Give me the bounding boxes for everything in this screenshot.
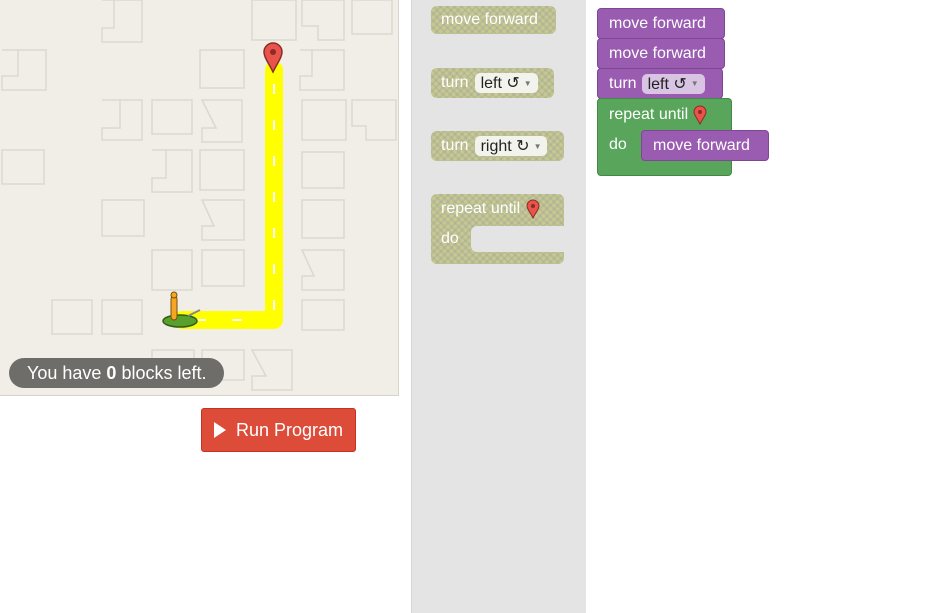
do-label: do <box>609 136 627 153</box>
toolbox-move-forward-block[interactable]: move forward <box>431 6 556 34</box>
maze-view: You have 0 blocks left. <box>0 0 399 396</box>
workspace: move forward move forward turn left ↺ ▼ r… <box>586 0 939 613</box>
toolbox-repeat-until-block[interactable]: repeat until do <box>431 194 564 264</box>
workspace-move-forward-block[interactable]: move forward <box>597 38 725 69</box>
chevron-down-icon: ▼ <box>533 141 542 151</box>
workspace-move-forward-block[interactable]: move forward <box>597 8 725 39</box>
blocks-remaining-badge: You have 0 blocks left. <box>9 358 225 388</box>
block-label: turn <box>609 74 637 92</box>
run-program-label: Run Program <box>235 419 344 440</box>
pegman-icon <box>162 291 201 328</box>
toolbox-turn-right-block[interactable]: turn right ↻ ▼ <box>431 131 564 161</box>
direction-dropdown[interactable]: right ↻ ▼ <box>474 136 548 156</box>
maze-scenery <box>1 0 397 391</box>
do-label: do <box>441 230 459 247</box>
map-pin-icon <box>526 199 540 219</box>
dropdown-value: left ↺ <box>647 75 687 93</box>
dropdown-value: left ↺ <box>480 75 520 92</box>
toolbox-turn-left-block[interactable]: turn left ↺ ▼ <box>431 68 554 98</box>
toolbox: move forward turn left ↺ ▼ turn right ↻ ▼ … <box>411 0 587 613</box>
block-label: move forward <box>609 44 706 62</box>
chevron-down-icon: ▼ <box>523 78 532 88</box>
block-label: turn <box>441 137 469 154</box>
run-program-button[interactable]: Run Program <box>201 408 356 452</box>
block-label: repeat until <box>609 105 689 123</box>
dropdown-value: right ↻ <box>480 138 530 155</box>
workspace-turn-left-block[interactable]: turn left ↺ ▼ <box>597 68 723 99</box>
direction-dropdown[interactable]: left ↺ ▼ <box>474 73 538 93</box>
direction-dropdown[interactable]: left ↺ ▼ <box>641 73 705 94</box>
block-label: move forward <box>441 11 538 28</box>
block-label: move forward <box>609 14 706 32</box>
block-label: turn <box>441 74 469 91</box>
map-pin-icon <box>693 105 707 125</box>
play-icon <box>213 422 226 438</box>
statement-slot <box>470 226 564 252</box>
block-label: move forward <box>653 136 750 154</box>
workspace-nested-move-forward-block[interactable]: move forward <box>641 130 769 161</box>
chevron-down-icon: ▼ <box>690 79 699 88</box>
block-label: repeat until <box>441 200 521 217</box>
